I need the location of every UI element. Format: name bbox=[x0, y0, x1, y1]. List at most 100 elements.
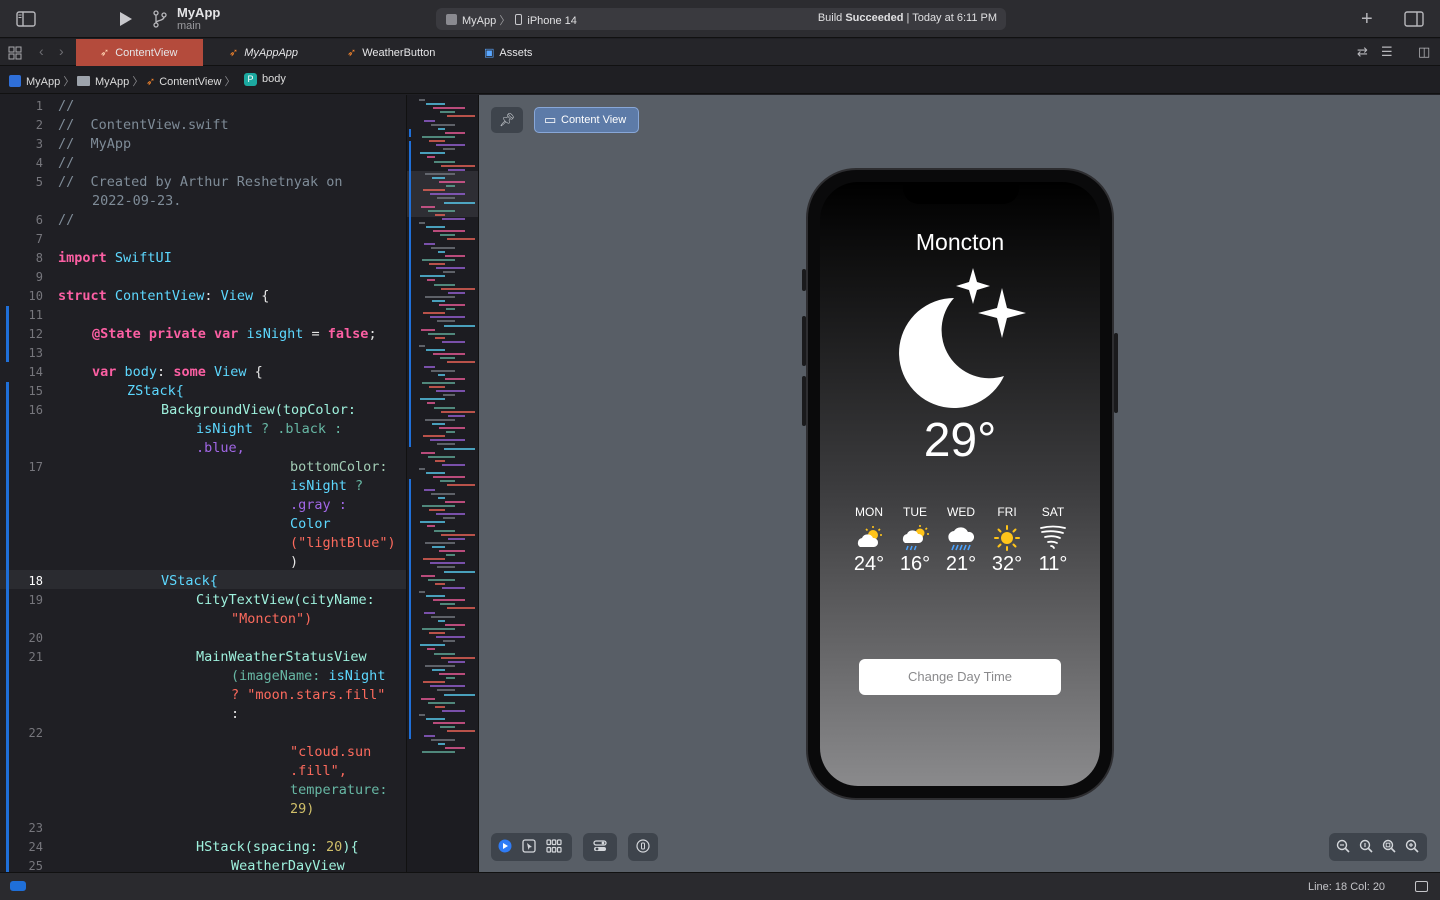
minimap[interactable] bbox=[406, 95, 478, 872]
code-text: // Created by Arthur Reshetnyak on bbox=[58, 174, 343, 190]
source-editor[interactable]: 1 // 2 // ContentView.swift 3 // MyApp 4 // … bbox=[0, 95, 406, 872]
add-icon[interactable]: + bbox=[1361, 9, 1373, 29]
inspector-toggle-icon[interactable] bbox=[1404, 11, 1424, 30]
debug-area-indicator[interactable] bbox=[10, 881, 26, 891]
breadcrumb-group[interactable]: MyApp 〉 bbox=[77, 73, 143, 89]
minimap-row bbox=[432, 299, 445, 302]
editor-options-icon[interactable]: ☰ bbox=[1381, 45, 1393, 58]
scheme-activity-view[interactable]: MyApp 〉 iPhone 14 Build Succeeded | Toda… bbox=[436, 8, 1006, 30]
line-number: 11 bbox=[28, 308, 43, 322]
tab-assets[interactable]: ▣ Assets bbox=[461, 39, 559, 66]
minimap-row bbox=[433, 107, 465, 110]
tornado-icon bbox=[1040, 525, 1066, 549]
minimap-row bbox=[447, 484, 475, 487]
code-text: bottomColor: bbox=[290, 459, 388, 475]
pin-preview-button[interactable]: 📌︎ bbox=[491, 107, 523, 133]
day-name: MON bbox=[855, 505, 883, 519]
weather-day-mon: MON 24° bbox=[847, 505, 891, 576]
zoom-actual-size-icon[interactable] bbox=[1359, 839, 1373, 856]
run-destination[interactable]: MyApp 〉 iPhone 14 bbox=[446, 12, 577, 28]
minimap-row bbox=[426, 595, 445, 598]
variants-icon[interactable] bbox=[546, 839, 562, 856]
minimap-row bbox=[439, 304, 465, 306]
minimap-row bbox=[431, 492, 455, 495]
zoom-to-fit-icon[interactable] bbox=[1382, 839, 1396, 856]
minimap-row bbox=[436, 636, 465, 639]
minimap-row bbox=[431, 738, 455, 741]
line-number: 5 bbox=[35, 175, 43, 189]
split-editor-icon[interactable]: ◫ bbox=[1418, 45, 1430, 58]
breadcrumb-project[interactable]: MyApp 〉 bbox=[9, 73, 74, 89]
device-settings-icon bbox=[593, 839, 607, 856]
minimap-row bbox=[425, 664, 455, 667]
minimap-row bbox=[432, 176, 445, 179]
breadcrumb-file[interactable]: ➶ ContentView 〉 bbox=[146, 73, 235, 89]
breadcrumb-label: body bbox=[262, 73, 286, 85]
zoom-out-icon[interactable] bbox=[1336, 839, 1350, 856]
branch-icon[interactable] bbox=[153, 10, 167, 31]
iphone-frame: Moncton 29° MON 24° TUE 16° WED 21° FRI … bbox=[802, 168, 1118, 800]
content-view-preview-button[interactable]: ▭ Content View bbox=[534, 107, 639, 133]
minimap-row bbox=[439, 181, 465, 183]
minimap-row bbox=[440, 726, 455, 729]
code-text: .blue, bbox=[196, 440, 245, 456]
minimap-row bbox=[445, 500, 465, 503]
minimap-row bbox=[438, 619, 445, 622]
minimap-row bbox=[421, 451, 435, 454]
device-settings-button[interactable] bbox=[583, 833, 617, 861]
minimap-row bbox=[429, 632, 445, 634]
preview-canvas[interactable]: 📌︎ ▭ Content View Moncton 29° MON 24° TU… bbox=[478, 95, 1440, 872]
minimap-row bbox=[431, 369, 455, 372]
back-icon[interactable]: ‹ bbox=[39, 44, 44, 58]
line-number: 16 bbox=[28, 403, 43, 417]
minimap-row bbox=[422, 504, 455, 507]
minimap-row bbox=[419, 345, 425, 347]
build-time: | Today at 6:11 PM bbox=[903, 12, 997, 24]
zoom-in-icon[interactable] bbox=[1405, 839, 1419, 856]
line-number: 6 bbox=[35, 213, 43, 227]
minimap-row bbox=[426, 226, 445, 229]
live-preview-icon[interactable] bbox=[498, 839, 512, 856]
code-text: "cloud.sun bbox=[290, 744, 372, 760]
volume-up-button bbox=[802, 316, 806, 366]
change-day-time-button[interactable]: Change Day Time bbox=[859, 659, 1061, 695]
device-icon bbox=[515, 14, 523, 25]
minimap-row bbox=[440, 111, 455, 114]
minimap-row bbox=[440, 480, 455, 483]
pin-icon: 📌︎ bbox=[498, 112, 516, 127]
minimap-row bbox=[425, 541, 455, 544]
device-name[interactable]: iPhone 14 bbox=[527, 15, 577, 27]
zoom-controls bbox=[1329, 833, 1427, 861]
run-icon[interactable] bbox=[119, 11, 133, 30]
forward-icon[interactable]: › bbox=[59, 44, 64, 58]
breadcrumb-symbol[interactable]: Pbody bbox=[244, 73, 286, 86]
day-name: WED bbox=[947, 505, 975, 519]
debug-area-toggle-icon[interactable] bbox=[1415, 881, 1428, 892]
sidebar-toggle-icon[interactable] bbox=[16, 11, 36, 30]
minimap-row bbox=[435, 336, 445, 339]
preview-info-button[interactable] bbox=[628, 833, 658, 861]
grid-icon[interactable] bbox=[8, 46, 22, 63]
minimap-row bbox=[441, 410, 475, 413]
minimap-row bbox=[446, 185, 455, 188]
minimap-row bbox=[419, 714, 425, 716]
day-name: SAT bbox=[1041, 505, 1065, 519]
selectable-mode-icon[interactable] bbox=[522, 839, 536, 856]
minimap-row bbox=[447, 361, 475, 364]
code-text: 29) bbox=[290, 801, 315, 817]
line-number: 18 bbox=[28, 574, 43, 588]
tab-contentview[interactable]: ➶ ContentView bbox=[76, 39, 203, 66]
minimap-row bbox=[420, 644, 445, 647]
breadcrumb-separator: 〉 bbox=[224, 76, 236, 88]
tab-myappapp[interactable]: ➶ MyAppApp bbox=[203, 39, 321, 66]
cloud-rain-fill-icon bbox=[948, 527, 975, 551]
minimap-row bbox=[445, 254, 465, 257]
code-text: BackgroundView(topColor: bbox=[161, 402, 357, 418]
project-name[interactable]: MyApp bbox=[177, 5, 220, 20]
minimap-row bbox=[422, 750, 455, 753]
swap-icon[interactable]: ⇄ bbox=[1357, 45, 1368, 58]
code-text: // bbox=[58, 98, 75, 114]
scheme-name[interactable]: MyApp bbox=[462, 15, 496, 27]
tab-weatherbutton[interactable]: ➶ WeatherButton bbox=[321, 39, 461, 66]
breadcrumb-label: MyApp bbox=[26, 76, 61, 88]
